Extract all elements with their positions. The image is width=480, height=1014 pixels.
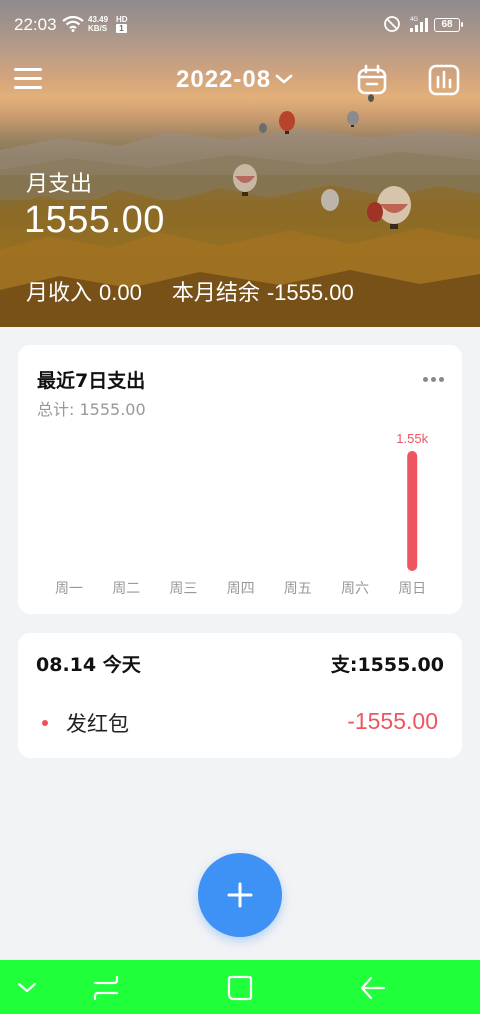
- x-tick-label: 周四: [227, 581, 255, 597]
- monthly-income: 月收入 0.00: [26, 275, 142, 307]
- calendar-icon[interactable]: [356, 64, 388, 96]
- menu-icon[interactable]: [14, 68, 46, 94]
- weekly-expense-card: 最近7日支出 总计: 1555.00 周一 周二 周三 周四 周五 周六 周日 1.55k: [18, 345, 462, 614]
- system-nav-bar: [0, 960, 480, 1014]
- hot-air-balloon: [367, 202, 383, 222]
- monthly-balance-label: 本月结余: [171, 281, 260, 306]
- weekly-bar-chart: 周一 周二 周三 周四 周五 周六 周日 1.55k: [55, 431, 429, 597]
- x-tick-label: 周日: [398, 581, 426, 597]
- signal-icon: 4G: [410, 17, 428, 32]
- nav-menu-icon[interactable]: [92, 974, 120, 1002]
- add-record-button[interactable]: [198, 853, 282, 937]
- transaction-name: 发红包: [66, 712, 129, 736]
- hot-air-balloon: [321, 189, 339, 211]
- nav-hide-icon[interactable]: [16, 980, 38, 994]
- hot-air-balloon: [259, 123, 267, 133]
- month-label: 2022-08: [176, 66, 272, 93]
- monthly-expense-label: 月支出: [26, 172, 93, 197]
- transaction-amount: -1555.00: [347, 708, 438, 734]
- monthly-summary-row: 月收入 0.00 本月结余 -1555.00: [26, 275, 354, 307]
- signal-label: 4G: [410, 17, 418, 23]
- net-speed-unit: KB/S: [88, 24, 108, 33]
- network-speed: 43.49 KB/S: [88, 15, 108, 33]
- transaction-dot-icon: [42, 720, 48, 726]
- chevron-down-icon: [275, 74, 293, 84]
- status-bar: 22:03 43.49 KB/S HD 1 4G 68: [0, 0, 480, 48]
- plus-icon: [227, 882, 253, 908]
- day-sum: 支:1555.00: [330, 654, 444, 676]
- header-banner: 22:03 43.49 KB/S HD 1 4G 68 2022-08 月支出 …: [0, 0, 480, 327]
- hd-indicator: HD 1: [116, 15, 128, 33]
- monthly-balance-value: -1555.00: [266, 280, 354, 305]
- chart-bar[interactable]: [407, 451, 418, 571]
- day-date: 08.14 今天: [36, 654, 141, 676]
- monthly-income-label: 月收入: [26, 281, 93, 306]
- x-tick-label: 周六: [341, 581, 369, 597]
- day-transaction-card: 08.14 今天 支:1555.00 发红包 -1555.00: [18, 633, 462, 758]
- bar-data-label: 1.55k: [396, 431, 428, 446]
- x-tick-label: 周二: [112, 581, 140, 597]
- x-tick-label: 周五: [284, 581, 312, 597]
- x-tick-label: 周一: [55, 581, 83, 597]
- toolbar: 2022-08: [0, 52, 480, 108]
- monthly-income-value: 0.00: [99, 280, 142, 305]
- net-speed-value: 43.49: [88, 15, 109, 24]
- nav-home-icon[interactable]: [226, 974, 254, 1002]
- monthly-expense-value: 1555.00: [24, 199, 165, 241]
- do-not-disturb-icon: [384, 16, 400, 32]
- hd-sub-label: 1: [116, 24, 127, 33]
- monthly-balance: 本月结余 -1555.00: [172, 275, 354, 307]
- hot-air-balloon: [347, 111, 359, 127]
- hd-label: HD: [116, 15, 128, 24]
- wifi-icon: [62, 16, 84, 32]
- status-time: 22:03: [14, 15, 57, 34]
- bar-chart-icon[interactable]: [428, 64, 460, 96]
- nav-back-icon[interactable]: [358, 974, 386, 1002]
- x-tick-label: 周三: [169, 581, 197, 597]
- month-selector[interactable]: 2022-08: [176, 66, 293, 94]
- battery-icon: 68: [434, 18, 463, 32]
